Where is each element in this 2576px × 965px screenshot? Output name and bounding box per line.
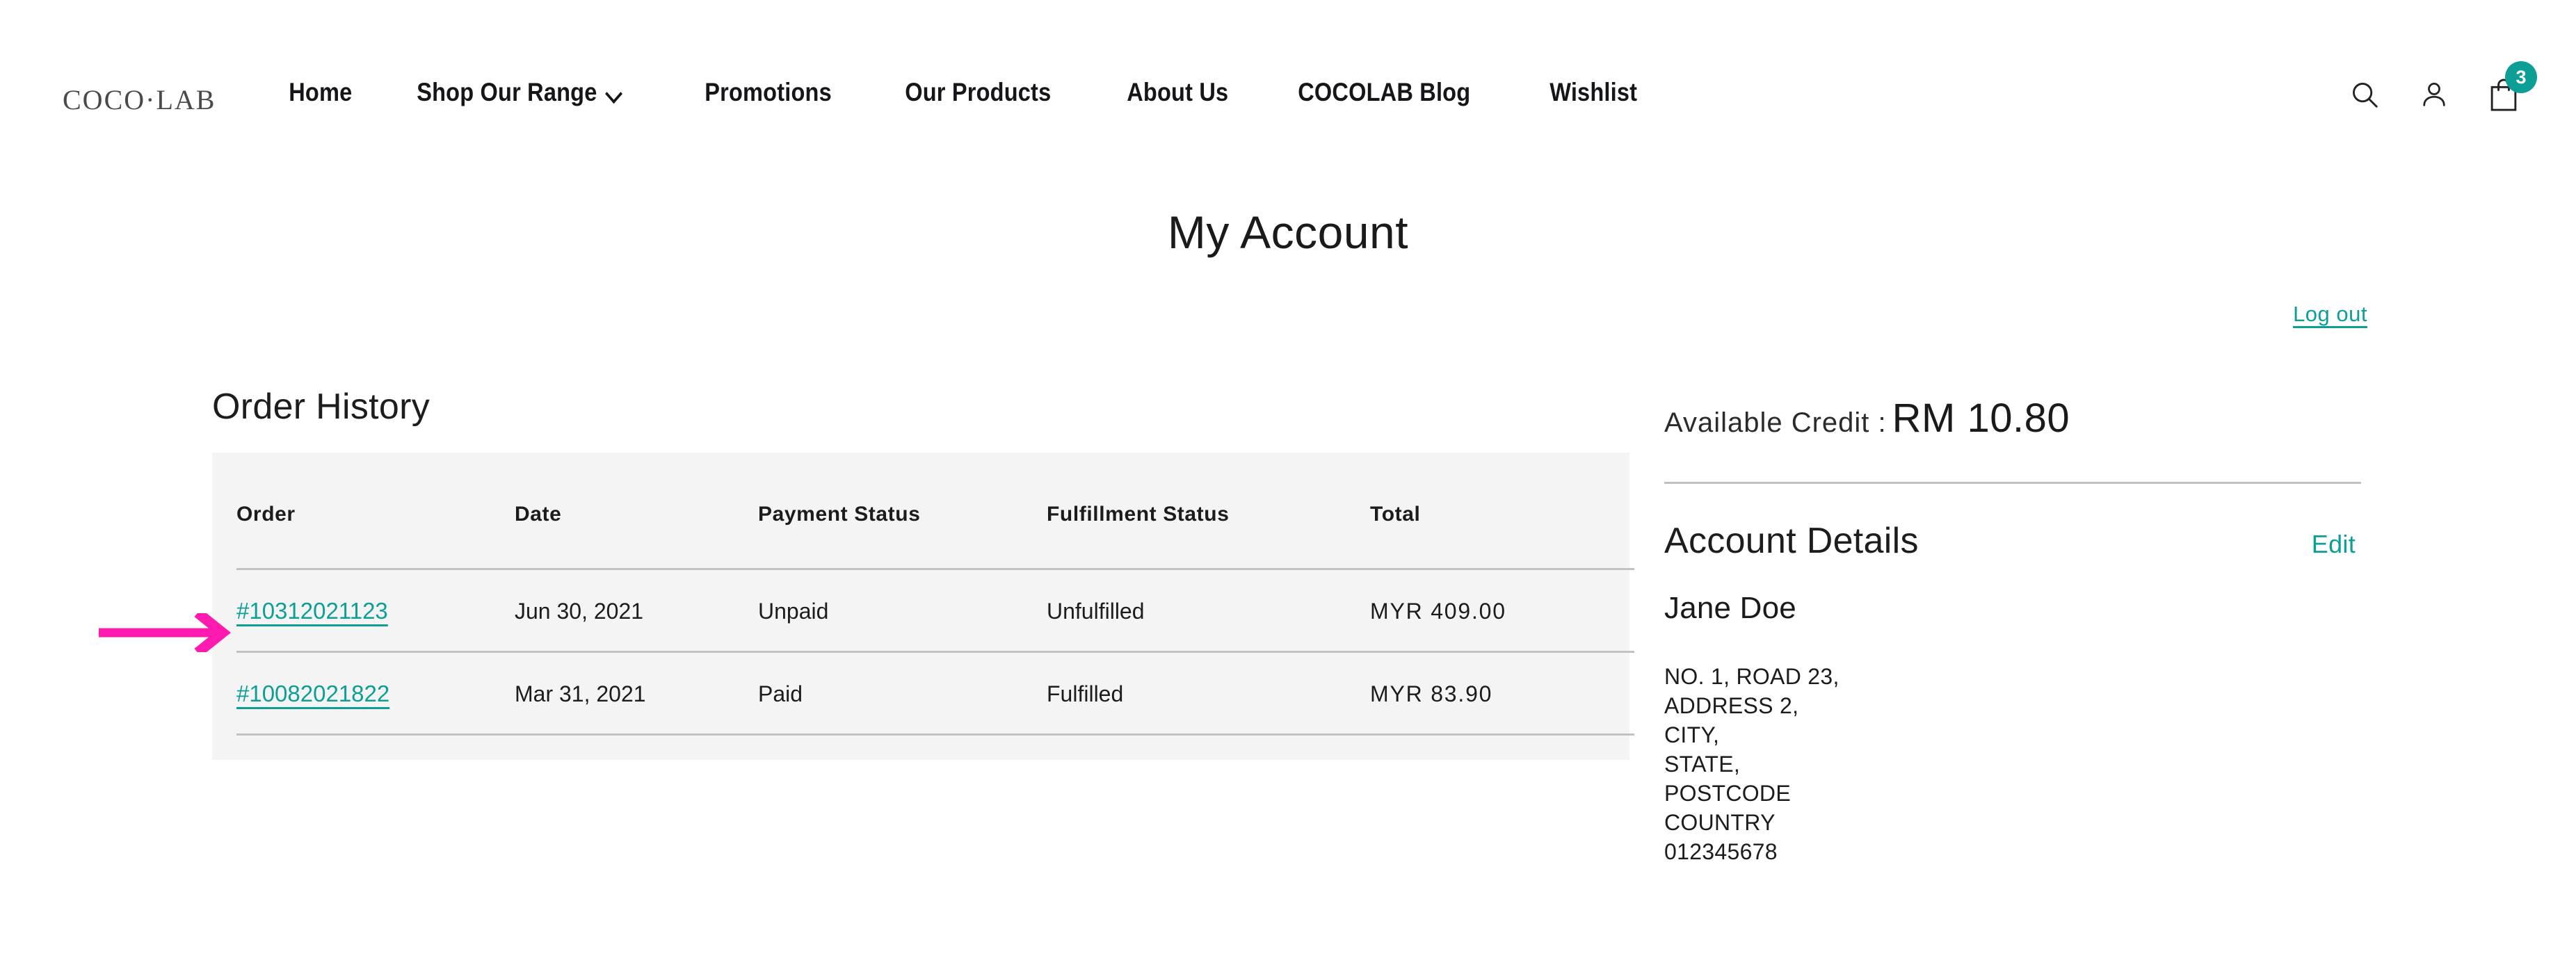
payment-status-cell: Unpaid (758, 568, 1047, 652)
address-line: NO. 1, ROAD 23, (1664, 664, 1840, 689)
nav-item-about-us[interactable]: About Us (1102, 78, 1253, 107)
header-icon-group: 3 (2346, 61, 2537, 114)
site-header: COCO·LAB Home Shop Our Range Promotions … (0, 0, 2576, 182)
column-header-fulfillment-status: Fulfillment Status (1047, 503, 1230, 526)
address-line: STATE, (1664, 752, 1741, 777)
nav-item-promotions[interactable]: Promotions (680, 78, 856, 107)
nav-item-shop-our-range[interactable]: Shop Our Range (392, 78, 646, 107)
main-navigation: Home Shop Our Range Promotions Our Produ… (264, 78, 1680, 107)
nav-item-cocolab-blog[interactable]: COCOLAB Blog (1273, 78, 1495, 107)
nav-label: Home (289, 78, 353, 106)
nav-item-our-products[interactable]: Our Products (880, 78, 1076, 107)
address-phone: 012345678 (1664, 839, 1778, 864)
available-credit-row: Available Credit : RM 10.80 (1664, 395, 2367, 441)
column-header-order: Order (236, 503, 296, 526)
nav-item-home[interactable]: Home (264, 78, 377, 107)
brand-logo[interactable]: COCO·LAB (63, 83, 216, 116)
column-header-payment-status: Payment Status (758, 503, 921, 526)
nav-label: About Us (1126, 78, 1229, 106)
total-cell: MYR 409.00 (1370, 568, 1634, 652)
order-number-link[interactable]: #10082021822 (236, 681, 389, 706)
order-cell: #10312021123 (236, 568, 515, 652)
available-credit-value: RM 10.80 (1892, 396, 2070, 441)
nav-label: Shop Our Range (416, 78, 597, 106)
section-divider (1664, 482, 2361, 484)
table-row: #10312021123 Jun 30, 2021 Unpaid Unfulfi… (236, 568, 1634, 652)
orders-panel-footer-spacer (236, 736, 1605, 760)
shopping-bag-icon[interactable]: 3 (2486, 61, 2537, 114)
customer-address: NO. 1, ROAD 23, ADDRESS 2, CITY, STATE, … (1664, 662, 2367, 866)
order-cell: #10082021822 (236, 651, 515, 736)
nav-label: Promotions (705, 78, 832, 106)
search-icon[interactable] (2346, 75, 2383, 114)
nav-label: Wishlist (1549, 78, 1637, 106)
address-line: COUNTRY (1664, 810, 1776, 835)
logout-link[interactable]: Log out (2293, 302, 2367, 327)
total-cell: MYR 83.90 (1370, 651, 1634, 736)
fulfillment-status-cell: Unfulfilled (1047, 568, 1370, 652)
order-history-section: Order History Order Date Payment Status … (212, 386, 1634, 760)
nav-label: Our Products (905, 78, 1052, 106)
page-title: My Account (1167, 206, 1409, 258)
edit-account-link[interactable]: Edit (2312, 530, 2361, 559)
orders-table-head: Order Date Payment Status Fulfillment St… (236, 453, 1634, 569)
table-header-row: Order Date Payment Status Fulfillment St… (236, 453, 1634, 569)
available-credit-label: Available Credit : (1664, 407, 1887, 438)
chevron-down-icon (605, 85, 621, 103)
address-line: CITY, (1664, 722, 1720, 747)
fulfillment-status-cell: Fulfilled (1047, 651, 1370, 736)
order-history-title: Order History (212, 387, 430, 427)
table-row: #10082021822 Mar 31, 2021 Paid Fulfilled… (236, 651, 1634, 736)
account-details-title: Account Details (1664, 521, 1919, 561)
order-number-link[interactable]: #10312021123 (236, 598, 388, 624)
payment-status-cell: Paid (758, 651, 1047, 736)
user-icon[interactable] (2416, 75, 2452, 114)
date-cell: Mar 31, 2021 (515, 651, 758, 736)
nav-label: COCOLAB Blog (1297, 78, 1471, 106)
customer-name: Jane Doe (1664, 591, 1796, 625)
orders-table: Order Date Payment Status Fulfillment St… (236, 453, 1634, 736)
date-cell: Jun 30, 2021 (515, 568, 758, 652)
column-header-date: Date (515, 503, 562, 526)
account-sidebar: Available Credit : RM 10.80 Account Deta… (1664, 395, 2367, 866)
column-header-total: Total (1370, 503, 1421, 526)
orders-table-body: #10312021123 Jun 30, 2021 Unpaid Unfulfi… (236, 568, 1634, 736)
cart-count-badge: 3 (2505, 61, 2537, 93)
account-details-header: Account Details Edit (1664, 520, 2361, 562)
address-line: ADDRESS 2, (1664, 693, 1799, 718)
nav-item-wishlist[interactable]: Wishlist (1525, 78, 1661, 107)
address-line: POSTCODE (1664, 781, 1791, 806)
orders-panel: Order Date Payment Status Fulfillment St… (212, 453, 1634, 760)
